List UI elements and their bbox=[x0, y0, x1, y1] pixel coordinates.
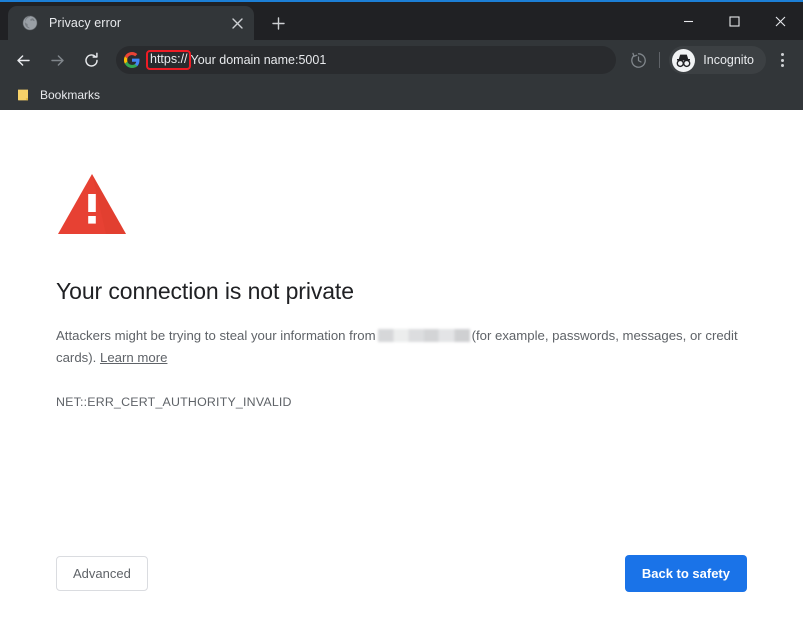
arrow-right-icon bbox=[50, 54, 64, 66]
chrome-menu-button[interactable] bbox=[769, 46, 795, 74]
address-bar[interactable]: https://Your domain name:5001 bbox=[116, 46, 617, 74]
google-g-icon bbox=[124, 52, 140, 68]
reload-icon bbox=[84, 52, 98, 67]
maximize-icon bbox=[728, 15, 740, 27]
menu-dot bbox=[780, 58, 784, 62]
ssl-interstitial: Your connection is not private Attackers… bbox=[56, 172, 747, 409]
url-host: Your domain name:5001 bbox=[190, 53, 327, 67]
plus-icon bbox=[271, 16, 285, 30]
history-circle-icon bbox=[630, 52, 646, 68]
toolbar-actions: Incognito bbox=[624, 46, 795, 74]
warning-body-before: Attackers might be trying to steal your … bbox=[56, 327, 376, 343]
new-tab-button[interactable] bbox=[264, 9, 292, 37]
back-button[interactable] bbox=[8, 45, 38, 75]
error-code: NET::ERR_CERT_AUTHORITY_INVALID bbox=[56, 394, 292, 409]
menu-dot bbox=[780, 53, 784, 56]
warning-triangle-icon bbox=[58, 174, 126, 234]
tab-close-icon[interactable] bbox=[226, 12, 248, 34]
browser-window: Privacy error https:// Your domain name:… bbox=[0, 0, 803, 620]
incognito-indicator[interactable]: Incognito bbox=[669, 46, 766, 74]
arrow-left-icon bbox=[16, 54, 30, 66]
globe-icon bbox=[22, 15, 38, 31]
tab-strip: Privacy error bbox=[0, 2, 803, 40]
minimize-icon bbox=[683, 20, 693, 22]
menu-dot bbox=[780, 64, 784, 67]
close-icon bbox=[775, 16, 785, 26]
page-content: Your connection is not private Attackers… bbox=[0, 110, 803, 620]
incognito-icon bbox=[672, 48, 696, 72]
back-to-safety-button[interactable]: Back to safety bbox=[624, 555, 747, 592]
advanced-button[interactable]: Advanced bbox=[56, 556, 148, 591]
bookmark-folder-bookmarks[interactable]: Bookmarks bbox=[10, 84, 108, 106]
bookmarks-bar: Bookmarks bbox=[0, 80, 803, 110]
forward-button[interactable] bbox=[42, 45, 72, 75]
folder-icon bbox=[18, 89, 28, 101]
interstitial-footer: Advanced Back to safety bbox=[56, 555, 747, 592]
redacted-domain bbox=[377, 328, 470, 342]
window-close-button[interactable] bbox=[757, 5, 803, 37]
learn-more-link[interactable]: Learn more bbox=[100, 350, 167, 365]
page-title: Your connection is not private bbox=[56, 278, 354, 304]
tab-title: Privacy error bbox=[49, 16, 122, 30]
incognito-label: Incognito bbox=[703, 53, 754, 67]
address-bar-text: https://Your domain name:5001 bbox=[146, 50, 326, 70]
browser-toolbar: https://Your domain name:5001 Incognito bbox=[0, 40, 803, 80]
window-minimize-button[interactable] bbox=[665, 5, 711, 37]
browser-tab[interactable]: Privacy error bbox=[8, 6, 254, 40]
toolbar-separator bbox=[659, 52, 661, 68]
warning-body: Attackers might be trying to steal your … bbox=[56, 325, 747, 369]
window-maximize-button[interactable] bbox=[711, 5, 757, 37]
reload-button[interactable] bbox=[76, 45, 106, 75]
url-scheme-highlight: https:// bbox=[146, 50, 191, 70]
bookmark-label: Bookmarks bbox=[40, 88, 101, 102]
window-controls bbox=[665, 2, 803, 40]
recent-tabs-button[interactable] bbox=[624, 46, 652, 74]
